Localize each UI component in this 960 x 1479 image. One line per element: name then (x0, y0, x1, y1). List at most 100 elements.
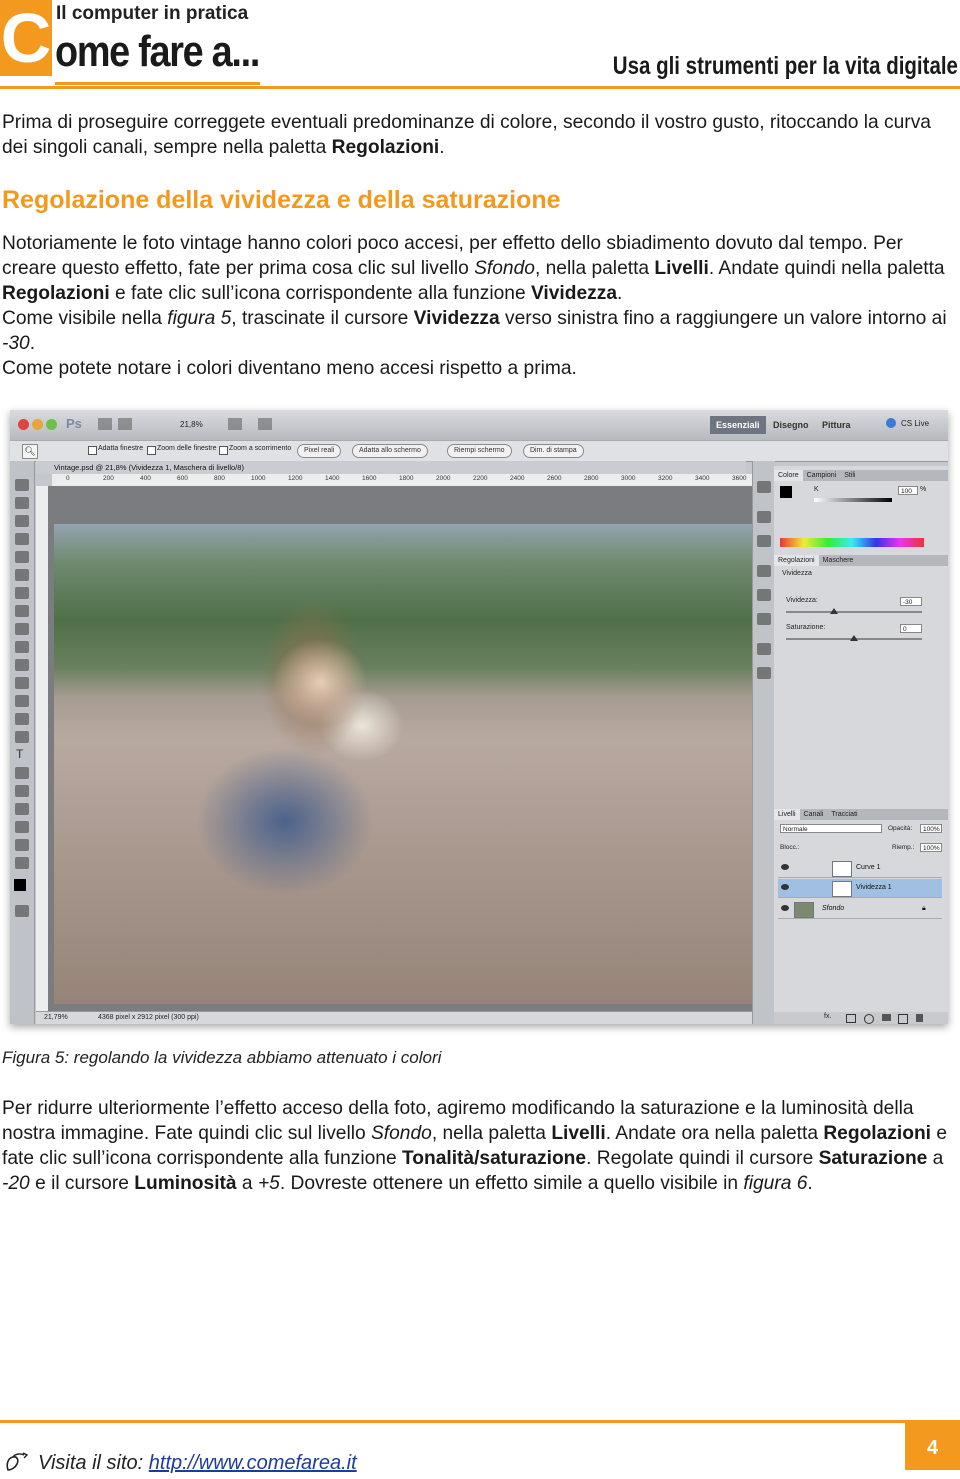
dodge-tool-icon[interactable] (15, 713, 29, 725)
paragraph-panel-icon[interactable] (757, 667, 771, 679)
type-tool-icon[interactable]: T (16, 747, 23, 761)
adatta-finestre-label: Adatta finestre (98, 445, 144, 452)
info-panel-icon[interactable] (757, 613, 771, 625)
k-value-field[interactable]: 100 (898, 486, 918, 495)
trash-icon[interactable] (916, 1014, 923, 1022)
healing-brush-tool-icon[interactable] (15, 587, 29, 599)
color-foreground-swatch[interactable] (780, 486, 792, 498)
paragraph-2: Come visibile nella figura 5, trascinate… (2, 308, 947, 354)
vividness-slider-handle[interactable] (830, 608, 838, 614)
view-extras-icon[interactable] (228, 418, 242, 430)
minimize-window-icon[interactable] (32, 419, 43, 430)
clone-stamp-tool-icon[interactable] (15, 623, 29, 635)
zoom-scorrimento-checkbox[interactable] (219, 446, 228, 455)
layers-panel-footer: fx. (774, 1012, 948, 1024)
layer-row-vividezza[interactable]: Vividezza 1 (778, 879, 942, 898)
layer-mask-thumbnail[interactable] (832, 881, 852, 897)
layer-row-sfondo[interactable]: Sfondo 🔒︎ (778, 900, 942, 919)
character-panel-icon[interactable] (757, 643, 771, 655)
fx-icon[interactable]: fx. (824, 1013, 831, 1020)
mini-bridge-icon[interactable] (118, 418, 132, 430)
fill-field[interactable]: 100% (920, 843, 942, 852)
shape-tool-icon[interactable] (15, 785, 29, 797)
pen-tool-icon[interactable] (15, 731, 29, 743)
add-mask-icon[interactable] (846, 1014, 856, 1023)
eyedropper-tool-icon[interactable] (15, 569, 29, 581)
zoom-finestre-checkbox[interactable] (147, 446, 156, 455)
zoom-tool-icon[interactable]: 🔍︎ (22, 444, 38, 459)
footer-label: Visita il sito: (38, 1452, 149, 1474)
history-brush-tool-icon[interactable] (15, 641, 29, 653)
layer-image-thumbnail[interactable] (794, 902, 814, 918)
foreground-color-swatch[interactable] (14, 879, 26, 891)
layer-mask-thumbnail[interactable] (832, 861, 852, 877)
arrange-documents-icon[interactable] (258, 418, 272, 430)
marquee-tool-icon[interactable] (15, 497, 29, 509)
zoom-window-icon[interactable] (46, 419, 57, 430)
actions-panel-icon[interactable] (757, 535, 771, 547)
workspace-pittura[interactable]: Pittura (816, 416, 857, 434)
blend-mode-select[interactable]: Normale (780, 824, 882, 833)
color-ramp[interactable] (780, 538, 924, 547)
adatta-schermo-button[interactable]: Adatta allo schermo (352, 444, 428, 458)
status-zoom[interactable]: 21,79% (44, 1012, 68, 1024)
crop-tool-icon[interactable] (15, 551, 29, 563)
layer-visibility-eye-icon[interactable] (781, 864, 789, 870)
quick-selection-tool-icon[interactable] (15, 533, 29, 545)
tab-livelli[interactable]: Livelli (774, 809, 800, 820)
move-tool-icon[interactable] (15, 479, 29, 491)
zoom-tool-sidebar-icon[interactable] (15, 857, 29, 869)
tab-regolazioni[interactable]: Regolazioni (774, 555, 819, 566)
ruler-tick: 2600 (547, 475, 562, 482)
ruler-tick: 2400 (510, 475, 525, 482)
website-link[interactable]: http://www.comefarea.it (149, 1452, 357, 1474)
tab-stili[interactable]: Stili (840, 470, 859, 481)
new-adjustment-icon[interactable] (864, 1014, 874, 1024)
opacity-field[interactable]: 100% (920, 824, 942, 833)
riempi-schermo-button[interactable]: Riempi schermo (447, 444, 512, 458)
color-channel-label: K (814, 486, 819, 493)
tab-tracciati[interactable]: Tracciati (827, 809, 861, 820)
3d-orbit-tool-icon[interactable] (15, 821, 29, 833)
history-panel-icon[interactable] (757, 511, 771, 523)
zoom-level-menu[interactable]: 21,8% (180, 420, 203, 429)
layer-row-curve[interactable]: Curve 1 (778, 859, 942, 878)
bridge-icon[interactable] (98, 418, 112, 430)
tab-colore[interactable]: Colore (774, 470, 803, 481)
k-slider[interactable] (814, 498, 892, 502)
clone-source-panel-icon[interactable] (757, 589, 771, 601)
vividness-slider[interactable] (786, 611, 922, 613)
tab-canali[interactable]: Canali (800, 809, 828, 820)
gradient-tool-icon[interactable] (15, 677, 29, 689)
brush-panel-icon[interactable] (757, 565, 771, 577)
ruler-tick: 1600 (362, 475, 377, 482)
cs-live-menu[interactable]: CS Live (901, 419, 929, 428)
vividness-value-field[interactable]: -30 (900, 597, 922, 606)
right-panels: Colore Campioni Stili K 100 % Regolazioni M… (774, 466, 948, 1024)
new-group-icon[interactable] (882, 1014, 891, 1021)
quick-mask-icon[interactable] (15, 905, 29, 917)
3d-rotate-tool-icon[interactable] (15, 803, 29, 815)
mini-bridge-panel-icon[interactable] (757, 481, 771, 493)
document-canvas[interactable] (48, 486, 754, 1011)
dim-stampa-button[interactable]: Dim. di stampa (523, 444, 584, 458)
new-layer-icon[interactable] (898, 1014, 908, 1024)
brush-tool-icon[interactable] (15, 605, 29, 617)
workspace-essenziali[interactable]: Essenziali (710, 416, 766, 434)
blur-tool-icon[interactable] (15, 695, 29, 707)
adatta-finestre-checkbox[interactable] (88, 446, 97, 455)
saturation-value-field[interactable]: 0 (900, 624, 922, 633)
eraser-tool-icon[interactable] (15, 659, 29, 671)
layer-visibility-eye-icon[interactable] (781, 884, 789, 890)
pixel-reali-button[interactable]: Pixel reali (297, 444, 342, 458)
layer-visibility-eye-icon[interactable] (781, 905, 789, 911)
path-selection-tool-icon[interactable] (15, 767, 29, 779)
saturation-slider-handle[interactable] (850, 635, 858, 641)
hand-tool-icon[interactable] (15, 839, 29, 851)
tab-maschere[interactable]: Maschere (819, 555, 858, 566)
lasso-tool-icon[interactable] (15, 515, 29, 527)
document-tab[interactable]: Vintage.psd @ 21,8% (Vividezza 1, Masche… (36, 461, 746, 474)
tab-campioni[interactable]: Campioni (803, 470, 841, 481)
workspace-disegno[interactable]: Disegno (767, 416, 815, 434)
close-window-icon[interactable] (18, 419, 29, 430)
